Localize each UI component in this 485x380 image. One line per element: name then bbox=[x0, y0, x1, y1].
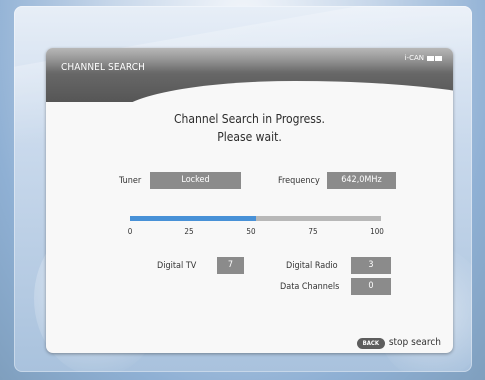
tuner-status-value: Locked bbox=[150, 172, 241, 189]
brand-name: i-CAN bbox=[404, 54, 424, 62]
back-button[interactable]: BACK bbox=[356, 337, 385, 349]
digital-tv-count: 7 bbox=[217, 257, 244, 274]
search-progress-bar bbox=[130, 216, 381, 221]
brand-boxes-icon bbox=[427, 55, 442, 61]
frequency-label: Frequency bbox=[278, 176, 320, 186]
progress-tick-0: 0 bbox=[127, 227, 133, 236]
data-channels-count: 0 bbox=[351, 278, 391, 295]
please-wait-message: Please wait. bbox=[217, 130, 282, 144]
stop-search-label: stop search bbox=[388, 337, 441, 348]
data-channels-label: Data Channels bbox=[280, 282, 340, 292]
brand-box-icon bbox=[435, 55, 442, 61]
progress-tick-25: 25 bbox=[184, 227, 194, 236]
brand-logo: i-CAN bbox=[405, 54, 442, 62]
dialog-title: CHANNEL SEARCH bbox=[61, 62, 145, 73]
frequency-value: 642,0MHz bbox=[327, 172, 396, 189]
tuner-label: Tuner bbox=[119, 176, 142, 186]
dialog-header: CHANNEL SEARCH i-CAN bbox=[46, 48, 453, 102]
digital-radio-label: Digital Radio bbox=[286, 261, 338, 271]
search-progress-message: Channel Search in Progress. bbox=[174, 112, 325, 126]
digital-tv-label: Digital TV bbox=[157, 261, 197, 271]
stop-search-action[interactable]: BACK stop search bbox=[356, 337, 441, 349]
digital-radio-count: 3 bbox=[351, 257, 391, 274]
progress-tick-50: 50 bbox=[246, 227, 256, 236]
progress-tick-75: 75 bbox=[308, 227, 318, 236]
brand-box-icon bbox=[427, 55, 434, 61]
channel-search-dialog: CHANNEL SEARCH i-CAN Channel Search in P… bbox=[46, 48, 453, 353]
search-message: Channel Search in Progress. Please wait. bbox=[46, 110, 453, 146]
search-progress-fill bbox=[130, 216, 256, 221]
progress-tick-100: 100 bbox=[370, 227, 384, 236]
